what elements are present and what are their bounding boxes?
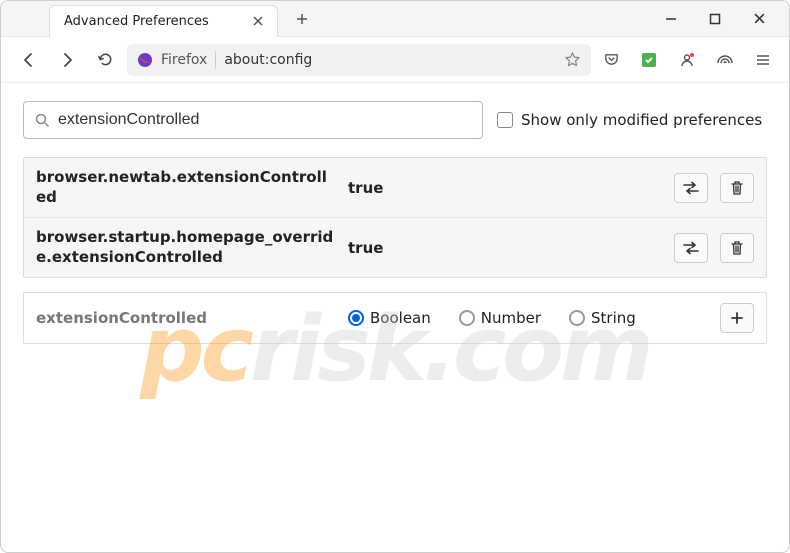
radio-label: Boolean (370, 309, 431, 327)
delete-button[interactable] (720, 173, 754, 203)
url-path: about:config (224, 52, 312, 68)
pocket-icon[interactable] (597, 46, 625, 74)
pref-search-input[interactable] (58, 111, 472, 129)
extension-icon[interactable] (635, 46, 663, 74)
radio-icon (569, 310, 585, 326)
url-separator (215, 51, 216, 69)
show-modified-checkbox[interactable]: Show only modified preferences (497, 111, 762, 129)
toolbar-right (597, 46, 777, 74)
maximize-button[interactable] (705, 9, 725, 29)
forward-button[interactable] (51, 44, 83, 76)
new-tab-button[interactable] (288, 5, 316, 33)
reload-button[interactable] (89, 44, 121, 76)
url-bar[interactable]: Firefox about:config (127, 44, 591, 76)
pref-name: browser.newtab.extensionControlled (36, 168, 336, 207)
navigation-toolbar: Firefox about:config (1, 37, 789, 83)
new-pref-row: extensionControlled Boolean Number Strin… (23, 292, 767, 344)
radio-icon (348, 310, 364, 326)
url-identity: Firefox (161, 52, 207, 68)
pref-value: true (348, 179, 662, 197)
radio-label: Number (481, 309, 541, 327)
new-pref-name: extensionControlled (36, 309, 336, 327)
radio-icon (459, 310, 475, 326)
checkbox-label: Show only modified preferences (521, 111, 762, 129)
radio-label: String (591, 309, 636, 327)
type-radio-group: Boolean Number String (348, 309, 708, 327)
radio-number[interactable]: Number (459, 309, 541, 327)
menu-button[interactable] (749, 46, 777, 74)
delete-button[interactable] (720, 233, 754, 263)
firefox-icon (137, 52, 153, 68)
pref-name: browser.startup.homepage_override.extens… (36, 228, 336, 267)
minimize-button[interactable] (661, 9, 681, 29)
titlebar: Advanced Preferences (1, 1, 789, 37)
pref-search-box[interactable] (23, 101, 483, 139)
bookmark-star-icon[interactable] (564, 51, 581, 68)
pref-value: true (348, 239, 662, 257)
pref-row[interactable]: browser.newtab.extensionControlled true (24, 158, 766, 218)
close-tab-icon[interactable] (249, 12, 267, 30)
account-icon[interactable] (673, 46, 701, 74)
close-window-button[interactable] (749, 9, 769, 29)
browser-window: Advanced Preferences (0, 0, 790, 553)
search-row: Show only modified preferences (23, 101, 767, 139)
add-pref-button[interactable] (720, 303, 754, 333)
back-button[interactable] (13, 44, 45, 76)
pref-results: browser.newtab.extensionControlled true … (23, 157, 767, 278)
pref-row[interactable]: browser.startup.homepage_override.extens… (24, 218, 766, 277)
toggle-button[interactable] (674, 233, 708, 263)
search-icon (34, 112, 50, 128)
browser-tab[interactable]: Advanced Preferences (49, 5, 278, 37)
radio-boolean[interactable]: Boolean (348, 309, 431, 327)
window-controls (661, 9, 789, 29)
tab-title: Advanced Preferences (64, 14, 209, 29)
protections-icon[interactable] (711, 46, 739, 74)
toggle-button[interactable] (674, 173, 708, 203)
radio-string[interactable]: String (569, 309, 636, 327)
content-area: Show only modified preferences browser.n… (1, 83, 789, 552)
checkbox-icon (497, 112, 513, 128)
